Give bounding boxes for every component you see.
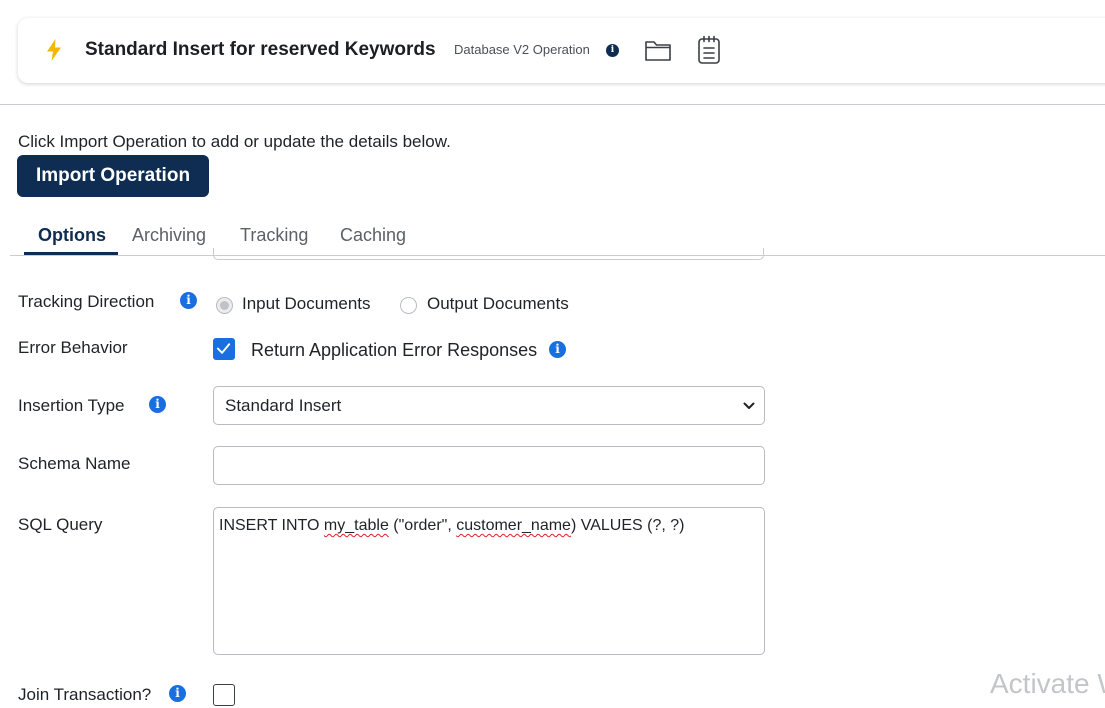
schema-name-label: Schema Name — [18, 454, 131, 473]
operation-title: Standard Insert for reserved Keywords — [85, 39, 436, 60]
join-transaction-label: Join Transaction? — [18, 685, 152, 704]
tab-tracking[interactable]: Tracking — [240, 225, 308, 246]
sql-query-label: SQL Query — [18, 515, 103, 534]
error-behavior-info-icon[interactable]: i — [549, 341, 566, 358]
info-icon[interactable]: i — [606, 44, 619, 57]
sql-query-text: INSERT INTO my_table ("order", customer_… — [219, 517, 685, 534]
folder-icon[interactable] — [644, 38, 672, 62]
radio-input-documents-label: Input Documents — [242, 294, 371, 313]
radio-output-documents-label: Output Documents — [427, 294, 569, 313]
spellcheck-word-table: my_table — [323, 517, 389, 534]
lightning-icon — [47, 39, 61, 61]
activate-windows-watermark: Activate W — [990, 668, 1105, 699]
insertion-type-info-icon[interactable]: i — [149, 396, 166, 413]
return-error-label: Return Application Error Responses — [251, 340, 538, 360]
operation-type-label: Database V2 Operation — [454, 42, 590, 57]
partial-field-above — [213, 248, 764, 260]
operation-header: Standard Insert for reserved Keywords Da… — [0, 0, 1105, 105]
return-error-checkbox[interactable] — [213, 338, 235, 360]
tracking-direction-info-icon[interactable]: i — [180, 292, 197, 309]
checkmark-icon — [216, 343, 231, 354]
spellcheck-word-column: customer_name — [456, 517, 571, 534]
error-behavior-label: Error Behavior — [18, 338, 128, 357]
insertion-type-label: Insertion Type — [18, 396, 125, 415]
tracking-direction-label: Tracking Direction — [18, 292, 155, 311]
chevron-down-icon — [743, 402, 755, 409]
insertion-type-value: Standard Insert — [225, 396, 342, 415]
join-transaction-checkbox[interactable] — [213, 684, 235, 706]
insertion-type-select[interactable]: Standard Insert — [213, 386, 765, 425]
tab-archiving[interactable]: Archiving — [132, 225, 206, 246]
schema-name-input[interactable] — [213, 446, 765, 485]
join-transaction-info-icon[interactable]: i — [169, 685, 186, 702]
radio-output-documents[interactable] — [400, 297, 417, 314]
import-operation-button[interactable]: Import Operation — [17, 155, 209, 197]
notepad-icon[interactable] — [697, 35, 721, 65]
tab-options[interactable]: Options — [38, 225, 106, 246]
sql-query-textarea[interactable]: INSERT INTO my_table ("order", customer_… — [213, 507, 765, 655]
radio-input-documents[interactable] — [216, 297, 233, 314]
active-tab-indicator — [24, 252, 118, 255]
import-hint-text: Click Import Operation to add or update … — [18, 132, 451, 151]
tab-caching[interactable]: Caching — [340, 225, 406, 246]
